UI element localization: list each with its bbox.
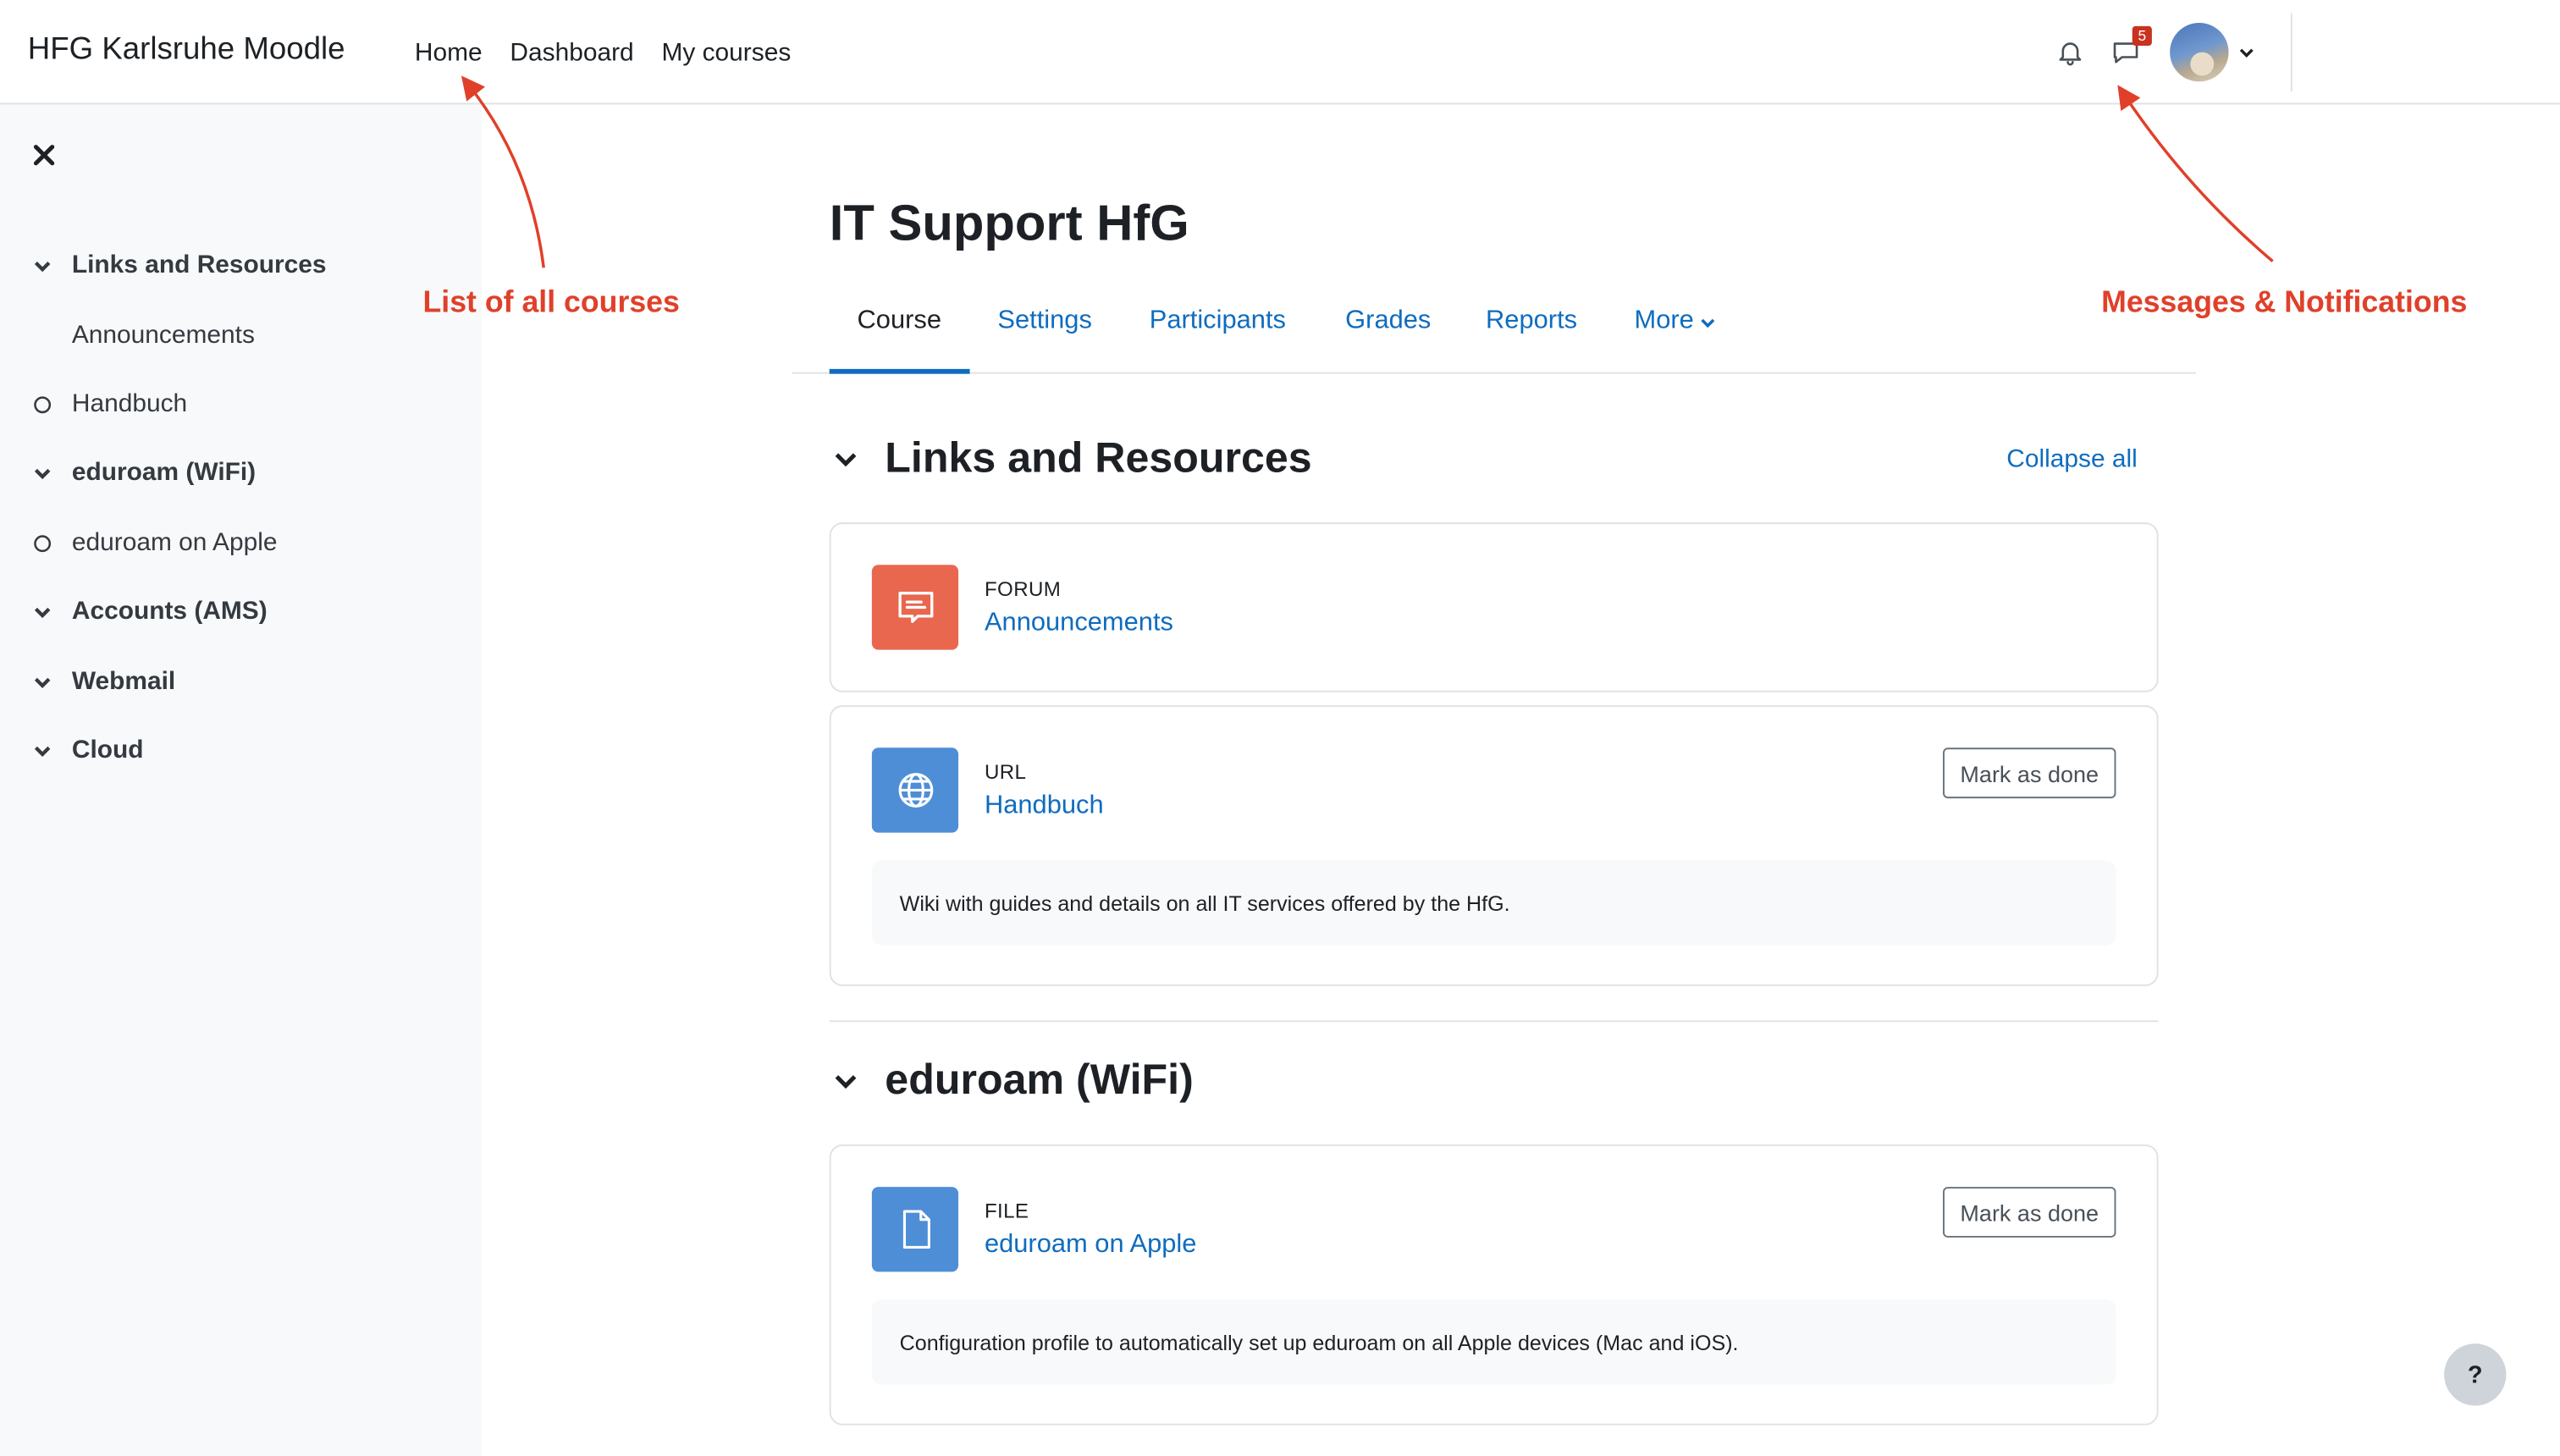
- index-item-eduroam-apple[interactable]: eduroam on Apple: [33, 509, 457, 578]
- activity-link[interactable]: eduroam on Apple: [985, 1231, 1196, 1260]
- tab-course[interactable]: Course: [858, 307, 941, 372]
- collapse-all-link[interactable]: Collapse all: [2006, 446, 2138, 476]
- index-section-cloud[interactable]: Cloud: [33, 716, 457, 786]
- globe-icon: [871, 747, 959, 833]
- index-section-links[interactable]: Links and Resources: [33, 232, 457, 301]
- tab-reports[interactable]: Reports: [1486, 307, 1577, 372]
- annotation-courses: List of all courses: [422, 284, 680, 319]
- section-title[interactable]: Links and Resources: [885, 433, 1311, 483]
- section-header-eduroam: eduroam (WiFi): [833, 1055, 1194, 1106]
- primary-navigation: Home Dashboard My courses: [415, 39, 791, 69]
- index-section-eduroam[interactable]: eduroam (WiFi): [33, 439, 457, 509]
- section-header-links: Links and Resources: [833, 433, 1312, 483]
- user-controls: 5: [2049, 23, 2254, 82]
- chevron-down-icon: [34, 746, 51, 757]
- activity-link[interactable]: Announcements: [985, 609, 1173, 638]
- nav-home[interactable]: Home: [415, 39, 483, 69]
- tab-grades[interactable]: Grades: [1345, 307, 1431, 372]
- tab-more-label: More: [1634, 306, 1694, 335]
- index-item-handbuch[interactable]: Handbuch: [33, 370, 457, 439]
- tab-participants[interactable]: Participants: [1150, 307, 1286, 372]
- mark-as-done-button[interactable]: Mark as done: [1943, 1187, 2116, 1238]
- activity-type: FILE: [984, 1200, 1029, 1223]
- chevron-down-icon: [34, 469, 51, 480]
- page-title: IT Support HfG: [829, 194, 1189, 252]
- file-icon: [871, 1187, 959, 1272]
- circle-icon: [34, 396, 52, 414]
- activity-card-announcements: FORUM Announcements: [829, 522, 2159, 692]
- bell-icon: [2059, 42, 2082, 66]
- notifications-button[interactable]: [2049, 23, 2091, 81]
- course-index-drawer: Links and Resources Announcements Handbu…: [0, 104, 482, 1456]
- user-menu-chevron[interactable]: [2238, 44, 2254, 60]
- nav-dashboard[interactable]: Dashboard: [510, 39, 633, 69]
- circle-icon: [34, 534, 52, 552]
- course-index: Links and Resources Announcements Handbu…: [33, 232, 457, 786]
- messages-button[interactable]: 5: [2105, 23, 2152, 81]
- active-tab-indicator: [829, 368, 970, 374]
- activity-type: URL: [984, 760, 1027, 784]
- activity-card-eduroam-apple: FILE eduroam on Apple Mark as done Confi…: [829, 1144, 2159, 1426]
- navbar-divider: [2290, 13, 2292, 92]
- index-section-accounts[interactable]: Accounts (AMS): [33, 578, 457, 648]
- activity-link[interactable]: Handbuch: [985, 791, 1104, 821]
- chevron-down-icon: [34, 262, 51, 273]
- chevron-down-icon: [34, 608, 51, 619]
- user-avatar[interactable]: [2170, 23, 2229, 82]
- help-button[interactable]: ?: [2444, 1343, 2507, 1406]
- section-title[interactable]: eduroam (WiFi): [885, 1055, 1193, 1106]
- close-drawer-button[interactable]: [33, 144, 56, 175]
- section-divider: [829, 1020, 2159, 1023]
- activity-description: Wiki with guides and details on all IT s…: [871, 860, 2116, 946]
- nav-my-courses[interactable]: My courses: [661, 39, 791, 69]
- annotation-messages: Messages & Notifications: [2101, 284, 2468, 319]
- activity-type: FORUM: [984, 577, 1062, 601]
- chevron-down-icon: [2239, 48, 2254, 58]
- activity-description: Configuration profile to automatically s…: [871, 1299, 2116, 1385]
- chevron-down-icon[interactable]: [833, 445, 859, 472]
- message-count-badge: 5: [2132, 25, 2152, 47]
- forum-icon: [871, 565, 959, 650]
- tab-more[interactable]: More: [1635, 307, 1717, 372]
- tab-settings[interactable]: Settings: [997, 307, 1091, 372]
- index-section-webmail[interactable]: Webmail: [33, 647, 457, 716]
- chevron-down-icon: [1702, 318, 1716, 328]
- top-navbar: HFG Karlsruhe Moodle Home Dashboard My c…: [0, 0, 2560, 105]
- close-icon: [33, 145, 55, 166]
- chevron-down-icon: [34, 676, 51, 688]
- course-tabs: Course Settings Participants Grades Repo…: [792, 294, 2196, 374]
- mark-as-done-button[interactable]: Mark as done: [1943, 747, 2116, 799]
- index-item-announcements[interactable]: Announcements: [33, 301, 457, 371]
- site-brand[interactable]: HFG Karlsruhe Moodle: [28, 33, 345, 69]
- activity-card-handbuch: URL Handbuch Mark as done Wiki with guid…: [829, 705, 2159, 986]
- chevron-down-icon[interactable]: [833, 1067, 859, 1093]
